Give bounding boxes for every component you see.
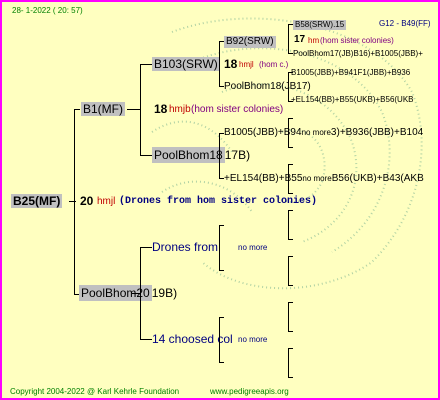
connector (288, 377, 293, 378)
gen1-top-hmjb: hmjb (169, 104, 191, 115)
connector (288, 348, 293, 349)
gen4-b-hm: hm (308, 36, 320, 45)
queen-b103[interactable]: B103(SRW) (152, 57, 220, 71)
drone-mix-el154-nomore: no more (302, 174, 332, 183)
gen1-top-num: 18 (154, 102, 168, 116)
gen4-b-num: 17 (294, 34, 306, 45)
connector (288, 210, 289, 240)
connector (288, 164, 289, 194)
poolbhom17-tail: B16)+B1005(JBB)+ (353, 49, 423, 58)
connector (288, 193, 293, 194)
connector (288, 256, 289, 286)
connector (288, 348, 289, 378)
footer-copyright: Copyright 2004-2022 @ Karl Kehrle Founda… (10, 387, 180, 396)
root-hmjl: hmjl (97, 196, 116, 207)
connector (288, 256, 293, 257)
connector (288, 285, 293, 286)
connector (288, 210, 293, 211)
queen-poolbhom18-jb17[interactable]: PoolBhom18(JB17) (224, 82, 311, 92)
poolbhom18-label: PoolBhom18 (152, 147, 225, 163)
drones-from[interactable]: Drones from (152, 241, 218, 253)
header-g12: G12 - B49(FF) (379, 19, 431, 28)
drone-mix-b1005-jbb[interactable]: B1005(JBB)+B941F1(JBB)+B936 (291, 69, 410, 77)
connector (288, 24, 289, 54)
drone-mix-el154-bb[interactable]: +EL154(BB)+B55(UKB)+B56(UKB (291, 96, 414, 104)
queen-poolbhom17[interactable]: PoolBhom17(JB)B16)+B1005(JBB)+ (293, 50, 423, 58)
queen-poolbhom18-b[interactable]: PoolBhom18 17B) (152, 147, 251, 163)
connector (140, 247, 141, 340)
connector (288, 331, 293, 332)
connector (140, 339, 152, 340)
connector (288, 164, 293, 165)
connector (288, 118, 293, 119)
connector (288, 118, 289, 148)
header-date: 28- 1-2022 ( 20: 57) (12, 6, 83, 15)
connector (74, 109, 75, 295)
gen2-a-note: (hom c.) (259, 60, 289, 69)
root-num: 20 (80, 194, 94, 208)
poolbhom17-label: PoolBhom17(JB) (293, 49, 354, 58)
pedigree-frame: 28- 1-2022 ( 20: 57) G12 - B49(FF) B25(M… (0, 0, 440, 400)
connector (140, 64, 152, 65)
connector (288, 147, 293, 148)
drone-mix-b1005-label: B1005(JBB)+B94 (224, 127, 302, 138)
gen2-a-num: 18 (224, 57, 238, 71)
connector (219, 225, 224, 226)
connector (127, 109, 140, 110)
poolbhom20-suffix: 19B) (151, 286, 178, 300)
connector (74, 109, 80, 110)
footer-site-link[interactable]: www.pedigreeapis.org (210, 388, 289, 396)
choosed-colonies[interactable]: 14 choosed col (152, 333, 233, 345)
connector (219, 317, 220, 363)
connector (140, 247, 152, 248)
gen1-top-note: (hom sister colonies) (191, 104, 284, 115)
connector (132, 293, 140, 294)
poolbhom18-suffix: 17B) (224, 148, 251, 162)
queen-b92[interactable]: B92(SRW) (224, 36, 276, 48)
connector (140, 155, 152, 156)
root-queen[interactable]: B25(MF) (11, 194, 63, 208)
connector (219, 133, 220, 179)
drone-mix-b1005-nomore: no more (301, 128, 331, 137)
queen-b1[interactable]: B1(MF) (81, 102, 125, 116)
connector (288, 302, 289, 332)
queen-b58[interactable]: B58(SRW).15 (293, 20, 347, 30)
connector (288, 72, 289, 102)
gen2-a-hmjl: hmjl (239, 60, 254, 69)
gen4-b-note: (hom sister colonies) (320, 36, 394, 45)
connector (140, 64, 141, 156)
drones-from-nomore: no more (238, 243, 268, 252)
drone-mix-el154-tail: B56(UKB)+B43(AKB (331, 173, 424, 184)
connector (219, 41, 220, 87)
root-note: (Drones from hom sister colonies) (119, 196, 318, 207)
drone-mix-el154-label: +EL154(BB)+B55 (224, 173, 303, 184)
connector (219, 317, 224, 318)
drone-mix-b1005-tail: 3)+B936(JBB)+B104 (330, 127, 424, 138)
connector (288, 239, 293, 240)
drone-mix-el154[interactable]: +EL154(BB)+B55no moreB56(UKB)+B43(AKB (224, 174, 424, 184)
queen-poolbhom20[interactable]: PoolBhom20 19B) (79, 285, 178, 301)
choosed-colonies-nomore: no more (238, 335, 268, 344)
connector (219, 362, 224, 363)
connector (219, 270, 224, 271)
connector (219, 225, 220, 271)
drone-mix-b1005[interactable]: B1005(JBB)+B94no more3)+B936(JBB)+B104 (224, 128, 423, 138)
connector (288, 302, 293, 303)
